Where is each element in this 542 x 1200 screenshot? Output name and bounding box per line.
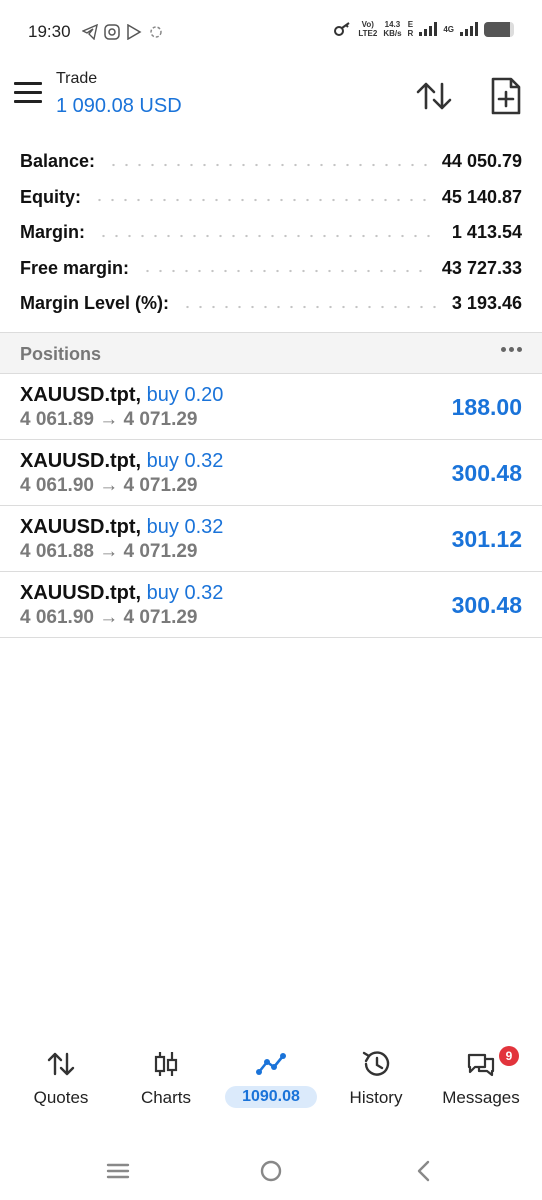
app-header: Trade 1 090.08 USD — [0, 62, 542, 134]
status-bar: 19:30 Vo) LTE2 14.3 KB/s E R 4G — [0, 0, 542, 62]
positions-section-header: Positions — [0, 332, 542, 374]
account-row-free-margin: Free margin: 43 727.33 — [0, 251, 542, 287]
nav-quotes[interactable]: Quotes — [7, 1040, 115, 1120]
position-profit: 300.48 — [451, 592, 522, 618]
account-value: 43 727.33 — [441, 257, 522, 278]
account-row-equity: Equity: 45 140.87 — [0, 180, 542, 216]
nav-label: Quotes — [33, 1088, 89, 1107]
back-icon[interactable] — [410, 1158, 438, 1184]
position-symbol: XAUUSD.tpt, — [20, 450, 142, 472]
position-prices: 4 061.90 → 4 071.29 — [20, 607, 198, 628]
position-profit: 300.48 — [451, 460, 522, 486]
dot-leader — [93, 197, 430, 204]
position-symbol: XAUUSD.tpt, — [20, 516, 142, 538]
settings-icon — [150, 26, 162, 38]
network-4g-indicator: 4G — [443, 24, 454, 34]
position-title: XAUUSD.tpt, buy 0.32 — [20, 582, 223, 605]
signal-icon — [419, 22, 438, 36]
more-options-icon[interactable] — [501, 347, 522, 352]
position-side: buy 0.20 — [146, 384, 224, 406]
position-side: buy 0.32 — [146, 450, 224, 472]
sort-arrows-icon[interactable] — [414, 78, 454, 114]
messages-icon — [467, 1053, 495, 1077]
notification-icons — [82, 24, 164, 40]
position-title: XAUUSD.tpt, buy 0.32 — [20, 450, 223, 473]
position-row[interactable]: XAUUSD.tpt, buy 0.32 4 061.90 → 4 071.29… — [0, 440, 542, 506]
account-value: 44 050.79 — [441, 151, 522, 172]
nav-label: Charts — [140, 1088, 192, 1107]
nav-history[interactable]: History — [322, 1040, 430, 1120]
account-label: Free margin: — [20, 257, 130, 278]
dot-leader — [107, 161, 430, 168]
status-time: 19:30 — [28, 22, 71, 41]
position-side: buy 0.32 — [146, 582, 224, 604]
candlestick-chart-icon — [154, 1052, 178, 1076]
bottom-navigation: Quotes Charts 1090.08 History 9 Messages — [0, 1040, 542, 1120]
nav-trade[interactable]: 1090.08 — [217, 1040, 325, 1120]
dot-leader — [141, 268, 430, 275]
account-summary: Balance: 44 050.79 Equity: 45 140.87 Mar… — [0, 144, 542, 322]
volte-indicator: Vo) LTE2 — [358, 20, 378, 38]
hamburger-menu-icon[interactable] — [14, 82, 42, 106]
account-value: 1 413.54 — [451, 222, 522, 243]
position-row[interactable]: XAUUSD.tpt, buy 0.32 4 061.90 → 4 071.29… — [0, 572, 542, 638]
account-label: Balance: — [20, 151, 96, 172]
unread-badge: 9 — [499, 1046, 519, 1066]
quotes-icon — [47, 1052, 75, 1076]
position-title: XAUUSD.tpt, buy 0.32 — [20, 516, 223, 539]
dot-leader — [181, 303, 440, 310]
account-row-margin: Margin: 1 413.54 — [0, 215, 542, 251]
app-icon — [104, 24, 120, 40]
position-title: XAUUSD.tpt, buy 0.20 — [20, 384, 223, 407]
key-icon — [334, 22, 350, 36]
positions-list: XAUUSD.tpt, buy 0.20 4 061.89 → 4 071.29… — [0, 374, 542, 638]
page-title: Trade — [56, 70, 98, 87]
position-side: buy 0.32 — [146, 516, 224, 538]
account-label: Equity: — [20, 186, 81, 207]
position-profit: 188.00 — [451, 394, 522, 420]
recent-apps-icon[interactable] — [104, 1158, 132, 1184]
account-value: 45 140.87 — [441, 186, 522, 207]
position-prices: 4 061.88 → 4 071.29 — [20, 541, 198, 562]
trade-line-icon — [256, 1053, 286, 1075]
account-balance-subtitle: 1 090.08 USD — [56, 95, 182, 117]
signal-icon-2 — [460, 22, 478, 36]
nav-label: Messages — [442, 1088, 520, 1107]
account-row-balance: Balance: 44 050.79 — [0, 144, 542, 180]
account-label: Margin Level (%): — [20, 293, 170, 314]
position-prices: 4 061.89 → 4 071.29 — [20, 409, 198, 430]
position-row[interactable]: XAUUSD.tpt, buy 0.20 4 061.89 → 4 071.29… — [0, 374, 542, 440]
system-navigation-bar — [0, 1140, 542, 1200]
battery-icon — [484, 21, 514, 37]
position-prices: 4 061.90 → 4 071.29 — [20, 475, 198, 496]
network-speed: 14.3 KB/s — [383, 20, 402, 38]
status-right: Vo) LTE2 14.3 KB/s E R 4G — [334, 20, 514, 38]
new-document-icon[interactable] — [488, 76, 524, 116]
position-symbol: XAUUSD.tpt, — [20, 582, 142, 604]
account-label: Margin: — [20, 222, 85, 243]
position-symbol: XAUUSD.tpt, — [20, 384, 142, 406]
telegram-icon — [82, 24, 98, 40]
nav-messages[interactable]: 9 Messages — [427, 1040, 535, 1120]
nav-label: 1090.08 — [242, 1088, 300, 1105]
account-row-margin-level: Margin Level (%): 3 193.46 — [0, 286, 542, 322]
play-store-icon — [127, 24, 142, 40]
position-profit: 301.12 — [451, 526, 522, 552]
home-icon[interactable] — [257, 1158, 285, 1184]
account-value: 3 193.46 — [451, 293, 522, 314]
network-e-indicator: E R — [407, 20, 414, 38]
history-icon — [362, 1051, 390, 1076]
dot-leader — [97, 232, 440, 239]
nav-charts[interactable]: Charts — [112, 1040, 220, 1120]
positions-label: Positions — [20, 344, 102, 364]
position-row[interactable]: XAUUSD.tpt, buy 0.32 4 061.88 → 4 071.29… — [0, 506, 542, 572]
nav-label: History — [349, 1088, 403, 1107]
